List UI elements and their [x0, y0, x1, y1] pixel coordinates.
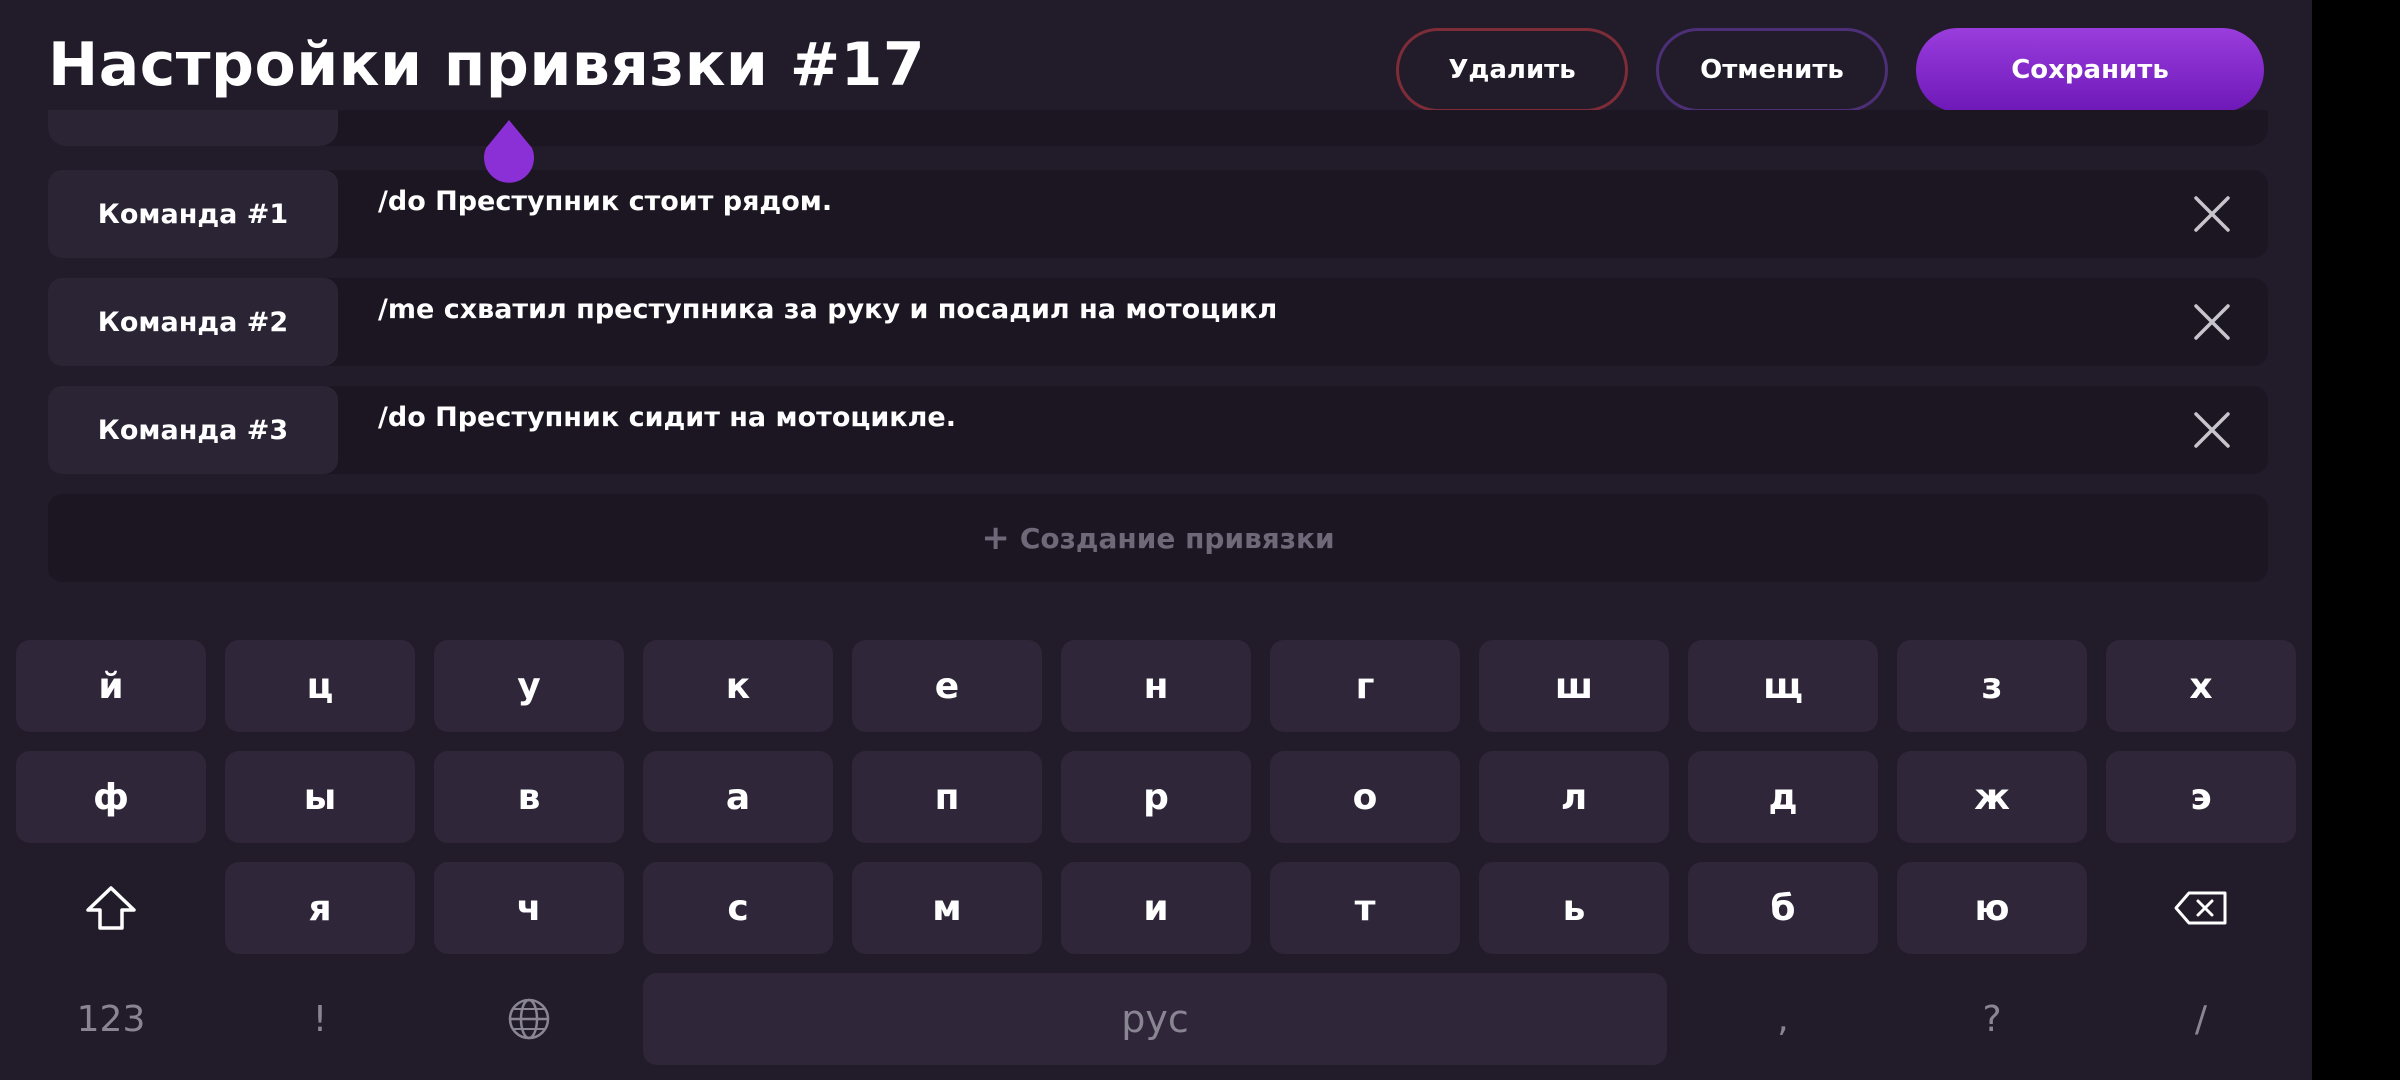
key[interactable]: ч [434, 862, 624, 954]
key[interactable]: ц [225, 640, 415, 732]
keyboard-row-3: я ч с м и т ь б ю [16, 862, 2296, 954]
command-label[interactable]: Команда #2 [48, 278, 338, 366]
language-key[interactable] [434, 973, 624, 1065]
key[interactable]: т [1270, 862, 1460, 954]
globe-icon [508, 998, 550, 1040]
key[interactable]: и [1061, 862, 1251, 954]
command-label[interactable]: Команда #1 [48, 170, 338, 258]
comma-key[interactable]: , [1688, 973, 1878, 1065]
keyboard-row-1: й ц у к е н г ш щ з х [16, 640, 2296, 732]
key[interactable]: о [1270, 751, 1460, 843]
key[interactable]: н [1061, 640, 1251, 732]
key[interactable]: с [643, 862, 833, 954]
command-row: Команда #2 /me схватил преступника за ру… [48, 278, 2268, 366]
key[interactable]: п [852, 751, 1042, 843]
previous-command-row [48, 110, 2268, 146]
app-window: Настройки привязки #17 Удалить Отменить … [0, 0, 2312, 1080]
key[interactable]: ф [16, 751, 206, 843]
key[interactable]: ш [1479, 640, 1669, 732]
shift-icon [86, 886, 136, 930]
exclamation-key[interactable]: ! [225, 973, 415, 1065]
save-button[interactable]: Сохранить [1916, 28, 2264, 112]
question-key[interactable]: ? [1897, 973, 2087, 1065]
key[interactable]: е [852, 640, 1042, 732]
key[interactable]: я [225, 862, 415, 954]
close-icon[interactable] [2192, 410, 2232, 450]
navigation-bar [2312, 0, 2400, 1080]
add-binding-button[interactable]: + Создание привязки [48, 494, 2268, 582]
add-binding-label: Создание привязки [1019, 521, 1335, 555]
previous-command-label [48, 110, 338, 146]
key[interactable]: л [1479, 751, 1669, 843]
key[interactable]: х [2106, 640, 2296, 732]
keyboard-row-2: ф ы в а п р о л д ж э [16, 751, 2296, 843]
key[interactable]: ж [1897, 751, 2087, 843]
key[interactable]: к [643, 640, 833, 732]
backspace-icon [2174, 891, 2227, 925]
command-text-input[interactable]: /me схватил преступника за руку и посади… [378, 294, 1277, 325]
backspace-key[interactable] [2106, 862, 2296, 954]
shift-key[interactable] [16, 862, 206, 954]
slash-key[interactable]: / [2106, 973, 2296, 1065]
key[interactable]: щ [1688, 640, 1878, 732]
cancel-button[interactable]: Отменить [1656, 28, 1888, 112]
keyboard-row-4: 123 ! рус , ? / [16, 973, 2296, 1065]
space-key[interactable]: рус [643, 973, 1667, 1065]
page-title: Настройки привязки #17 [48, 30, 926, 100]
key[interactable]: ю [1897, 862, 2087, 954]
key[interactable]: ы [225, 751, 415, 843]
key[interactable]: м [852, 862, 1042, 954]
plus-icon: + [981, 518, 1010, 558]
close-icon[interactable] [2192, 194, 2232, 234]
command-row: Команда #1 /do Преступник стоит рядом. [48, 170, 2268, 258]
key[interactable]: з [1897, 640, 2087, 732]
delete-button[interactable]: Удалить [1396, 28, 1628, 112]
command-row: Команда #3 /do Преступник сидит на мотоц… [48, 386, 2268, 474]
key[interactable]: д [1688, 751, 1878, 843]
key[interactable]: р [1061, 751, 1251, 843]
key[interactable]: а [643, 751, 833, 843]
key[interactable]: э [2106, 751, 2296, 843]
numbers-key[interactable]: 123 [16, 973, 206, 1065]
key[interactable]: б [1688, 862, 1878, 954]
key[interactable]: г [1270, 640, 1460, 732]
command-label[interactable]: Команда #3 [48, 386, 338, 474]
key[interactable]: й [16, 640, 206, 732]
text-cursor-handle-icon[interactable] [480, 118, 538, 184]
key[interactable]: ь [1479, 862, 1669, 954]
key[interactable]: у [434, 640, 624, 732]
command-text-input[interactable]: /do Преступник сидит на мотоцикле. [378, 402, 956, 433]
key[interactable]: в [434, 751, 624, 843]
command-text-input[interactable]: /do Преступник стоит рядом. [378, 186, 832, 217]
close-icon[interactable] [2192, 302, 2232, 342]
